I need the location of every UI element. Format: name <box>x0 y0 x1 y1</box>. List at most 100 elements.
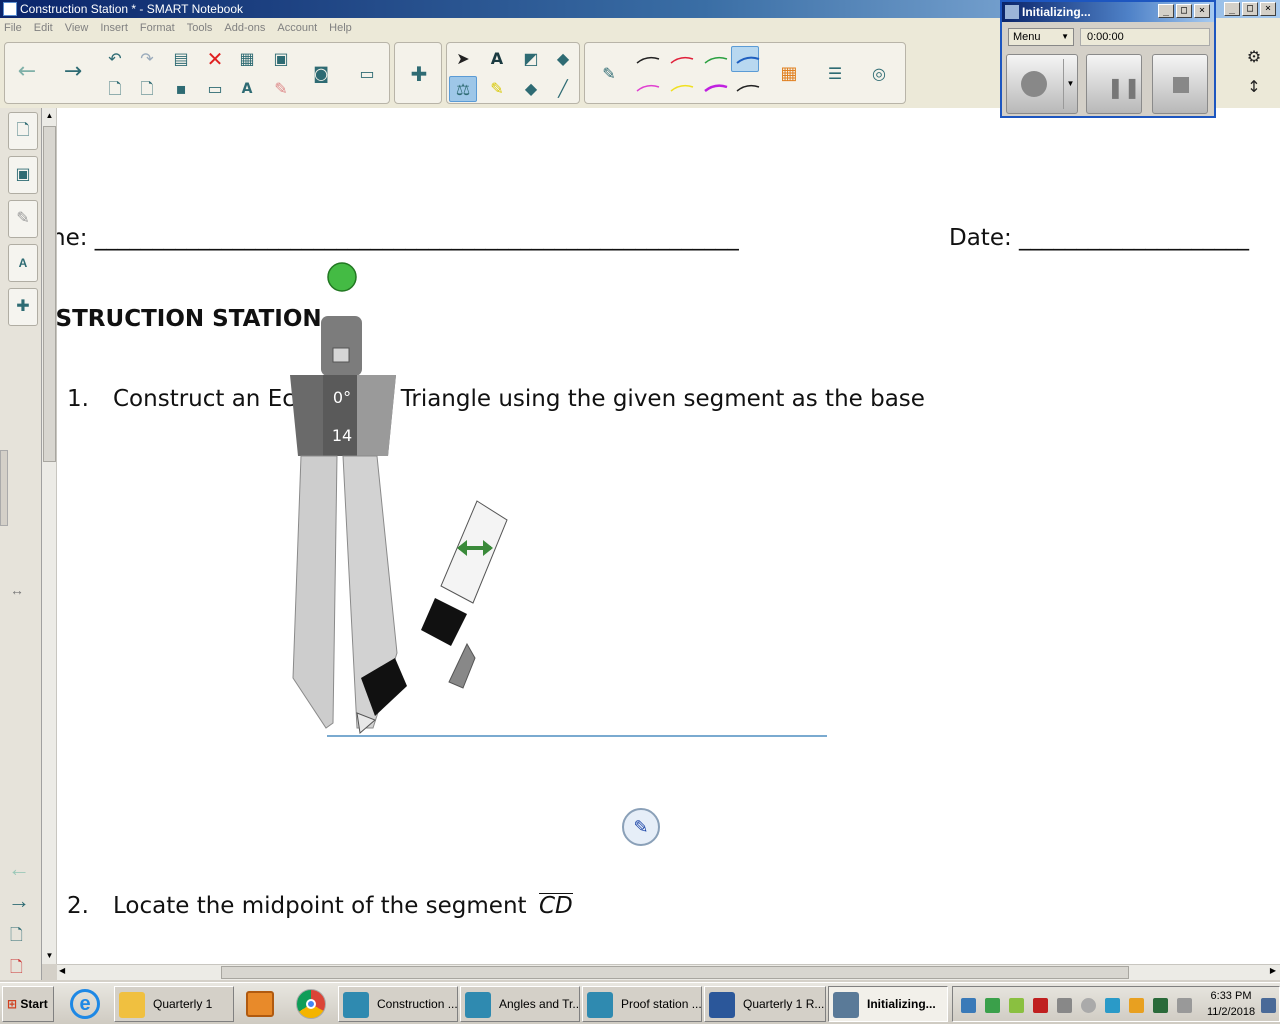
media-player-icon[interactable] <box>246 991 274 1017</box>
add-page-icon[interactable]: 🗋 <box>101 76 129 102</box>
shield-icon[interactable] <box>1153 998 1168 1013</box>
taskbar-item-initializing[interactable]: Initializing... <box>828 986 948 1022</box>
table-icon[interactable]: ▦ <box>233 46 261 72</box>
highlighter-icon[interactable]: ✎ <box>483 76 511 102</box>
document-camera-icon[interactable]: ▭ <box>353 61 381 87</box>
menu-help[interactable]: Help <box>329 22 352 34</box>
back-arrow-icon[interactable]: ← <box>13 59 41 85</box>
compass-rotate-handle[interactable] <box>327 262 357 292</box>
delete-icon[interactable]: ✕ <box>201 46 229 72</box>
menu-insert[interactable]: Insert <box>100 22 128 34</box>
addons-tab-icon[interactable]: ✚ <box>8 288 38 326</box>
shapes-icon[interactable]: ◩ <box>517 46 545 72</box>
eraser-icon[interactable]: ◆ <box>517 76 545 102</box>
full-screen-icon[interactable]: ▭ <box>201 76 229 102</box>
bluetooth-icon[interactable] <box>1129 998 1144 1013</box>
user-icon[interactable] <box>1081 998 1096 1013</box>
notebook-page[interactable]: ne: ____________________________________… <box>57 108 1280 964</box>
redo-icon[interactable]: ↷ <box>133 46 161 72</box>
line-style-icon[interactable]: ☰ <box>821 61 849 87</box>
menu-edit[interactable]: Edit <box>34 22 53 34</box>
menu-format[interactable]: Format <box>140 22 175 34</box>
show-desktop-icon[interactable] <box>1261 998 1276 1013</box>
measurement-tools-icon[interactable]: ⚖ <box>449 76 477 102</box>
vertical-scroll-thumb[interactable] <box>43 126 56 462</box>
pen-icon[interactable]: ✎ <box>595 61 623 87</box>
ink-aware-pen-icon[interactable]: ✎ <box>622 808 660 846</box>
gallery-icon[interactable]: ▣ <box>8 156 38 194</box>
line-icon[interactable]: ╱ <box>549 76 577 102</box>
network-icon[interactable] <box>961 998 976 1013</box>
clear-ink-icon[interactable]: ✎ <box>267 76 295 102</box>
clock-date[interactable]: 11/2/2018 <box>1201 1006 1261 1018</box>
scroll-left-icon[interactable]: ◀ <box>59 966 65 975</box>
security-icon[interactable] <box>985 998 1000 1013</box>
vertical-scrollbar[interactable]: ▲ ▼ <box>42 108 57 964</box>
toolbar-position-icon[interactable]: ↕ <box>1240 74 1268 100</box>
menu-file[interactable]: File <box>4 22 22 34</box>
clock-time[interactable]: 6:33 PM <box>1201 990 1261 1002</box>
internet-explorer-icon[interactable]: e <box>70 989 100 1019</box>
sidebar-add-page-icon[interactable]: 🗋 <box>10 924 23 951</box>
delete-page-icon[interactable]: 🗋 <box>133 76 161 102</box>
text-spell-icon[interactable]: A <box>233 76 261 102</box>
chrome-icon[interactable] <box>296 989 326 1019</box>
volume-icon[interactable] <box>1177 998 1192 1013</box>
close-button[interactable]: × <box>1260 2 1276 16</box>
color-palette-icon[interactable]: ▦ <box>775 61 803 87</box>
sidebar-collapse-handle[interactable] <box>0 450 8 526</box>
record-button[interactable]: ▼ <box>1006 54 1078 114</box>
pen-style-1 <box>670 56 694 64</box>
acrobat-icon[interactable] <box>1033 998 1048 1013</box>
minimize-button[interactable]: _ <box>1224 2 1240 16</box>
fill-icon[interactable]: ◆ <box>549 46 577 72</box>
taskbar-item-angles[interactable]: Angles and Tr... <box>460 986 580 1022</box>
sync-icon[interactable] <box>1105 998 1120 1013</box>
select-icon[interactable]: ➤ <box>449 46 477 72</box>
taskbar-item-proof-station[interactable]: Proof station ... <box>582 986 702 1022</box>
sidebar-forward-icon[interactable]: → <box>8 888 30 914</box>
menu-tools[interactable]: Tools <box>187 22 213 34</box>
forward-arrow-icon[interactable]: → <box>59 59 87 85</box>
camera-icon[interactable]: ◙ <box>307 61 335 87</box>
attachments-icon[interactable]: ✎ <box>8 200 38 238</box>
magic-pen-icon[interactable]: ◎ <box>865 61 893 87</box>
recorder-close-button[interactable]: × <box>1194 4 1210 18</box>
compass-menu-icon[interactable] <box>332 347 350 363</box>
pause-button[interactable]: ❚❚ <box>1086 54 1142 114</box>
scroll-right-icon[interactable]: ▶ <box>1270 966 1276 975</box>
resize-sidebar-icon[interactable]: ↔ <box>10 582 24 598</box>
start-button[interactable]: ⊞ Start <box>2 986 54 1022</box>
scroll-up-icon[interactable]: ▲ <box>42 108 57 123</box>
screen-shade-icon[interactable]: ▣ <box>267 46 295 72</box>
record-options-icon[interactable]: ▼ <box>1063 59 1077 109</box>
pen-styles[interactable] <box>633 51 767 97</box>
menu-addons[interactable]: Add-ons <box>224 22 265 34</box>
gear-icon[interactable]: ⚙ <box>1240 44 1268 70</box>
page-sorter-icon[interactable]: 🗋 <box>8 112 38 150</box>
properties-icon[interactable]: A <box>8 244 38 282</box>
maximize-button[interactable]: □ <box>1242 2 1258 16</box>
recorder-menu-dropdown[interactable]: Menu ▼ <box>1008 28 1074 46</box>
text-icon[interactable]: A <box>483 46 511 72</box>
menu-view[interactable]: View <box>65 22 89 34</box>
taskbar-item-construction[interactable]: Construction ... <box>338 986 458 1022</box>
save-icon[interactable]: ▪ <box>167 76 195 102</box>
update-icon[interactable] <box>1009 998 1024 1013</box>
horizontal-scroll-thumb[interactable] <box>221 966 1129 979</box>
scroll-down-icon[interactable]: ▼ <box>42 948 57 963</box>
recorder-maximize-button[interactable]: □ <box>1176 4 1192 18</box>
sidebar-delete-page-icon[interactable]: 🗋 <box>10 956 23 983</box>
addons-icon[interactable]: ✚ <box>405 61 433 87</box>
menu-account[interactable]: Account <box>277 22 317 34</box>
taskbar-item-quarterly-folder[interactable]: Quarterly 1 <box>114 986 234 1022</box>
horizontal-scrollbar[interactable]: ◀ ▶ <box>57 964 1280 980</box>
printer-icon[interactable] <box>1057 998 1072 1013</box>
paste-icon[interactable]: ▤ <box>167 46 195 72</box>
taskbar-item-quarterly-doc[interactable]: Quarterly 1 R... <box>704 986 826 1022</box>
stop-button[interactable] <box>1152 54 1208 114</box>
recorder-minimize-button[interactable]: _ <box>1158 4 1174 18</box>
sidebar-back-icon[interactable]: ← <box>8 856 30 882</box>
compass-tool[interactable]: 0° 14 <box>285 258 525 743</box>
undo-icon[interactable]: ↶ <box>101 46 129 72</box>
